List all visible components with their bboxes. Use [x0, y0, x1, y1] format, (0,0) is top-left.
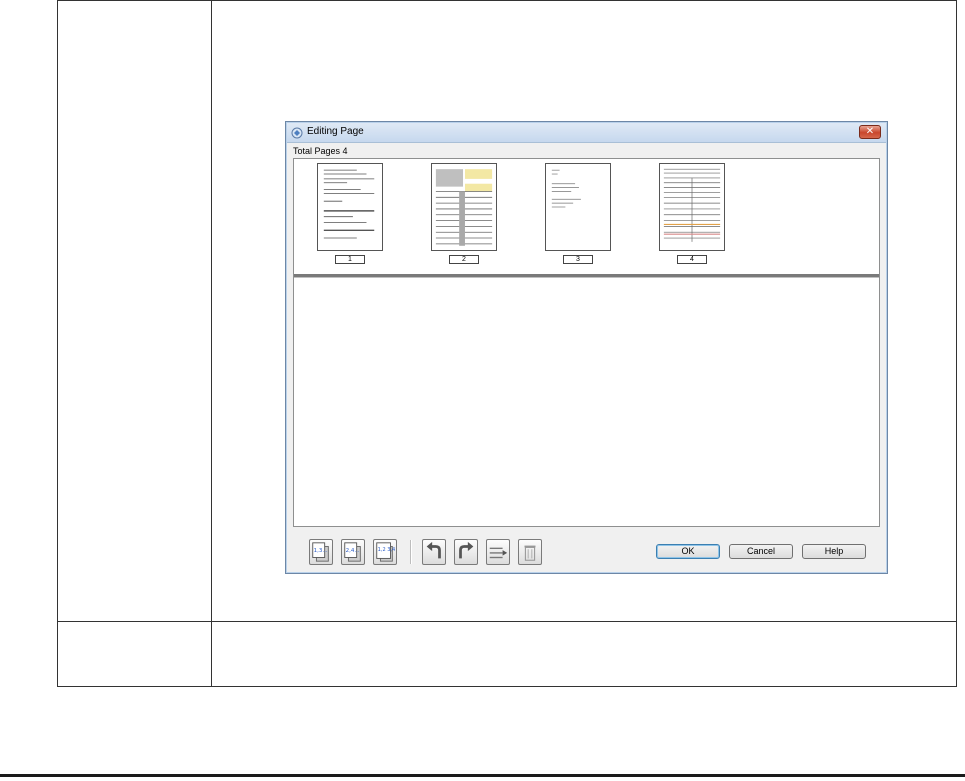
even-pages-text: 2,4...: [346, 548, 360, 554]
app-icon: [291, 126, 303, 139]
document-page-icon: [435, 169, 493, 246]
page-number: 4: [677, 255, 707, 264]
select-all-pages-button[interactable]: 1,2 3,4: [373, 539, 397, 565]
total-pages-label: Total Pages 4: [293, 146, 348, 156]
page-thumbnail[interactable]: [545, 163, 611, 251]
odd-pages-text: 1,3...: [314, 548, 328, 554]
even-pages-icon: 2,4...: [344, 542, 361, 562]
help-button[interactable]: Help: [802, 544, 866, 559]
reorder-pages-button[interactable]: [486, 539, 510, 565]
page-number: 1: [335, 255, 365, 264]
dialog-titlebar[interactable]: Editing Page ✕: [287, 123, 886, 143]
pages-pane[interactable]: 1 2 3 4: [293, 158, 880, 527]
page-thumbnail-item[interactable]: 3: [543, 163, 613, 267]
document-page-icon: [323, 169, 375, 239]
rotate-right-button[interactable]: [454, 539, 478, 565]
rotate-left-icon: [426, 541, 441, 559]
cancel-button[interactable]: Cancel: [729, 544, 793, 559]
toolbar-separator: [410, 540, 412, 564]
document-page-icon: [551, 169, 581, 208]
close-button[interactable]: ✕: [859, 125, 881, 139]
page-number: 2: [449, 255, 479, 264]
odd-pages-icon: 1,3...: [312, 542, 329, 562]
table-row-divider: [58, 621, 956, 622]
delete-page-button[interactable]: [518, 539, 542, 565]
reorder-icon: [489, 547, 508, 559]
page-thumbnail[interactable]: [431, 163, 497, 251]
ok-button[interactable]: OK: [656, 544, 720, 559]
table-column-divider: [211, 1, 212, 686]
rotate-right-icon: [459, 541, 474, 559]
select-odd-pages-button[interactable]: 1,3...: [309, 539, 333, 565]
select-even-pages-button[interactable]: 2,4...: [341, 539, 365, 565]
close-icon: ✕: [865, 126, 875, 137]
page-thumbnail[interactable]: [317, 163, 383, 251]
page-number: 3: [563, 255, 593, 264]
rotate-left-button[interactable]: [422, 539, 446, 565]
all-pages-text: 1,2 3,4: [378, 547, 396, 553]
page-thumbnail[interactable]: [659, 163, 725, 251]
page-thumbnail-item[interactable]: 4: [657, 163, 727, 267]
page-thumbnail-item[interactable]: 2: [429, 163, 499, 267]
page-bottom-rule: [0, 774, 965, 777]
page-thumbnail-item[interactable]: 1: [315, 163, 385, 267]
pane-splitter[interactable]: [294, 274, 879, 278]
document-page-icon: [663, 168, 721, 242]
editing-page-dialog: Editing Page ✕ Total Pages 4 1 2 3 4 1,3…: [285, 121, 888, 574]
trash-icon: [524, 545, 536, 561]
dialog-title: Editing Page: [307, 126, 364, 137]
all-pages-icon: 1,2 3,4: [376, 542, 396, 562]
